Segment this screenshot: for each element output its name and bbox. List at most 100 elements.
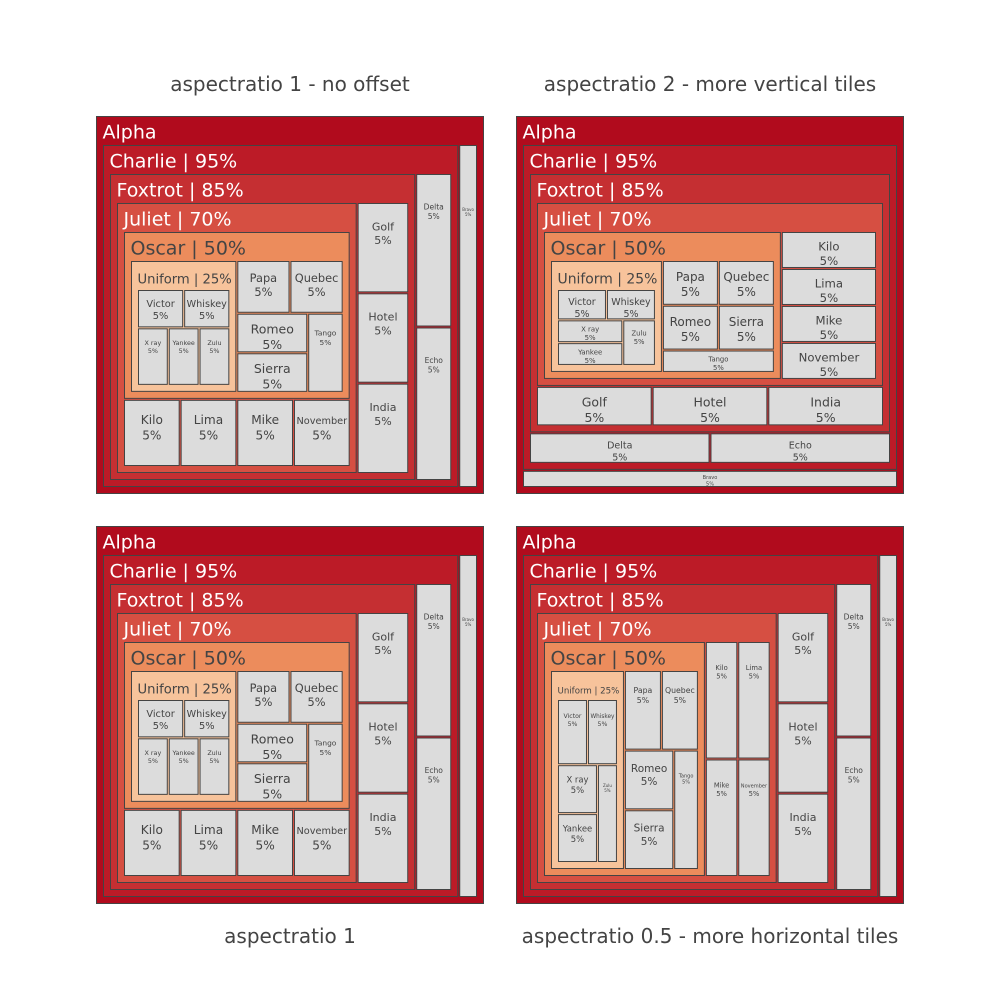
tile-value-tango: 5%	[320, 338, 332, 347]
tile-romeo[interactable]: Romeo5%	[624, 750, 674, 810]
tile-echo[interactable]: Echo5%	[416, 327, 452, 480]
tile-lima[interactable]: Lima5%	[180, 399, 237, 467]
treemap-aspectratio-1: Alpha Charlie | 95% Foxtrot | 85% Juliet | …	[96, 526, 484, 904]
tile-quebec[interactable]: Quebec5%	[290, 671, 343, 723]
tile-whiskey[interactable]: Whiskey5%	[606, 290, 655, 320]
tile-papa[interactable]: Papa5%	[237, 671, 290, 723]
tile-yankee[interactable]: Yankee5%	[558, 343, 623, 365]
tile-lima[interactable]: Lima5%	[781, 268, 877, 305]
tile-zulu[interactable]: Zulu5%	[623, 320, 655, 365]
tile-november[interactable]: November5%	[738, 759, 770, 876]
tile-papa[interactable]: Papa5%	[624, 671, 661, 750]
tile-india[interactable]: India5%	[777, 793, 829, 883]
tile-mike[interactable]: Mike5%	[781, 305, 877, 342]
tile-india[interactable]: India5%	[357, 793, 409, 883]
tile-echo[interactable]: Echo5%	[416, 737, 452, 890]
tile-mike[interactable]: Mike5%	[705, 759, 738, 876]
tile-romeo[interactable]: Romeo5%	[662, 305, 718, 350]
tile-lima[interactable]: Lima5%	[738, 642, 770, 759]
tile-golf[interactable]: Golf5%	[537, 386, 652, 426]
tile-sierra[interactable]: Sierra5%	[718, 305, 774, 350]
tile-x-ray[interactable]: X ray5%	[558, 765, 597, 814]
tile-yankee[interactable]: Yankee5%	[558, 814, 597, 863]
tile-quebec[interactable]: Quebec5%	[661, 671, 698, 750]
tile-hotel[interactable]: Hotel5%	[357, 703, 409, 793]
tile-value-delta: 5%	[848, 622, 860, 631]
tile-label-alpha: Alpha	[523, 532, 577, 554]
tile-echo[interactable]: Echo5%	[710, 433, 890, 464]
tile-delta[interactable]: Delta5%	[530, 433, 710, 464]
tile-hotel[interactable]: Hotel5%	[652, 386, 768, 426]
tile-sierra[interactable]: Sierra5%	[624, 810, 674, 869]
tile-value-tango: 5%	[320, 748, 332, 757]
tile-value-papa: 5%	[681, 285, 700, 299]
tile-november[interactable]: November5%	[293, 399, 350, 467]
tile-lima[interactable]: Lima5%	[180, 809, 237, 877]
tile-value-echo: 5%	[428, 365, 440, 374]
tile-mike[interactable]: Mike5%	[237, 809, 293, 877]
tile-golf[interactable]: Golf5%	[357, 613, 409, 703]
tile-victor[interactable]: Victor5%	[138, 290, 184, 328]
tile-tango[interactable]: Tango5%	[308, 313, 343, 392]
tile-echo[interactable]: Echo5%	[836, 737, 872, 890]
tile-x-ray[interactable]: X ray5%	[558, 320, 623, 342]
tile-sierra[interactable]: Sierra5%	[237, 763, 308, 802]
tile-value-bravo: 5%	[706, 481, 714, 487]
tile-whiskey[interactable]: Whiskey5%	[184, 700, 230, 738]
tile-romeo[interactable]: Romeo5%	[237, 723, 308, 763]
tile-value-delta: 5%	[612, 452, 627, 463]
tile-label-romeo: Romeo	[251, 732, 294, 747]
tile-victor[interactable]: Victor5%	[558, 700, 587, 765]
tile-value-whiskey: 5%	[598, 721, 608, 728]
tile-delta[interactable]: Delta5%	[836, 584, 872, 737]
tile-bravo[interactable]: Bravo5%	[459, 145, 477, 487]
tile-zulu[interactable]: Zulu5%	[597, 765, 617, 862]
tile-bravo[interactable]: Bravo5%	[879, 555, 897, 897]
tile-papa[interactable]: Papa5%	[662, 261, 718, 305]
tile-golf[interactable]: Golf5%	[357, 203, 409, 293]
tile-india[interactable]: India5%	[357, 383, 409, 473]
tile-rect-delta	[416, 174, 452, 327]
tile-yankee[interactable]: Yankee5%	[168, 738, 199, 795]
tile-label-uniform: Uniform | 25%	[558, 272, 658, 288]
tile-kilo[interactable]: Kilo5%	[124, 809, 180, 877]
tile-value-yankee: 5%	[179, 347, 189, 355]
tile-golf[interactable]: Golf5%	[777, 613, 829, 703]
tile-november[interactable]: November5%	[293, 809, 350, 877]
tile-papa[interactable]: Papa5%	[237, 261, 290, 313]
tile-victor[interactable]: Victor5%	[558, 290, 606, 320]
tile-hotel[interactable]: Hotel5%	[357, 293, 409, 383]
tile-india[interactable]: India5%	[768, 386, 883, 426]
tile-rect-kilo	[705, 642, 738, 759]
tile-kilo[interactable]: Kilo5%	[124, 399, 180, 467]
tile-whiskey[interactable]: Whiskey5%	[184, 290, 230, 328]
tile-november[interactable]: November5%	[781, 342, 877, 379]
tile-bravo[interactable]: Bravo5%	[523, 470, 897, 487]
tile-label-whiskey: Whiskey	[187, 299, 227, 310]
tile-bravo[interactable]: Bravo5%	[459, 555, 477, 897]
tile-sierra[interactable]: Sierra5%	[237, 353, 308, 392]
tile-zulu[interactable]: Zulu5%	[199, 738, 230, 795]
tile-whiskey[interactable]: Whiskey5%	[587, 700, 617, 765]
tile-quebec[interactable]: Quebec5%	[290, 261, 343, 313]
tile-zulu[interactable]: Zulu5%	[199, 328, 230, 385]
tile-yankee[interactable]: Yankee5%	[168, 328, 199, 385]
tile-x-ray[interactable]: X ray5%	[138, 328, 168, 385]
tile-victor[interactable]: Victor5%	[138, 700, 184, 738]
tile-kilo[interactable]: Kilo5%	[705, 642, 738, 759]
tile-hotel[interactable]: Hotel5%	[777, 703, 829, 793]
tile-rect-yankee	[168, 328, 199, 385]
tile-label-yankee: Yankee	[562, 823, 592, 833]
tile-delta[interactable]: Delta5%	[416, 584, 452, 737]
tile-tango[interactable]: Tango5%	[674, 750, 698, 870]
tile-quebec[interactable]: Quebec5%	[718, 261, 774, 305]
tile-label-alpha: Alpha	[103, 122, 157, 144]
tile-kilo[interactable]: Kilo5%	[781, 232, 877, 269]
tile-label-victor: Victor	[146, 709, 175, 720]
tile-x-ray[interactable]: X ray5%	[138, 738, 168, 795]
tile-tango[interactable]: Tango5%	[308, 723, 343, 802]
tile-delta[interactable]: Delta5%	[416, 174, 452, 327]
tile-mike[interactable]: Mike5%	[237, 399, 293, 467]
tile-tango[interactable]: Tango5%	[662, 350, 774, 372]
tile-romeo[interactable]: Romeo5%	[237, 313, 308, 353]
